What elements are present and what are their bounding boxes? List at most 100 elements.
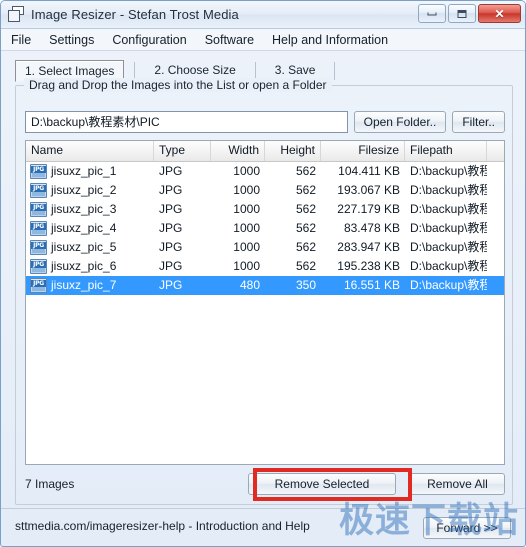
image-list[interactable]: Name Type Width Height Filesize Filepath… <box>25 140 505 465</box>
cell-name: JPG jisuxz_pic_3 <box>26 200 154 219</box>
images-count-label: 7 Images <box>25 477 75 491</box>
table-row[interactable]: JPG jisuxz_pic_2 JPG 1000 562 193.067 KB… <box>26 181 504 200</box>
remove-all-button[interactable]: Remove All <box>410 473 505 495</box>
table-row[interactable]: JPG jisuxz_pic_3 JPG 1000 562 227.179 KB… <box>26 200 504 219</box>
cell-type: JPG <box>159 240 183 254</box>
cell-width: 1000 <box>233 221 260 235</box>
cell-width: 1000 <box>233 183 260 197</box>
cell-width: 1000 <box>233 240 260 254</box>
forward-button[interactable]: Forward >> <box>423 517 511 539</box>
list-footer: 7 Images Remove Selected Remove All <box>25 472 505 496</box>
cell-height: 562 <box>295 183 316 197</box>
title-bar: Image Resizer - Stefan Trost Media ✕ <box>1 1 525 29</box>
cell-filesize: 104.411 KB <box>338 164 400 178</box>
minimize-icon <box>427 12 437 15</box>
window-title: Image Resizer - Stefan Trost Media <box>31 7 239 22</box>
cell-filepath: D:\backup\教程… <box>410 221 487 235</box>
cell-filesize: 283.947 KB <box>337 240 400 254</box>
cell-height: 562 <box>295 221 316 235</box>
cell-filepath: D:\backup\教程… <box>410 259 487 273</box>
list-action-buttons: Remove Selected Remove All <box>248 473 505 495</box>
table-row[interactable]: JPG jisuxz_pic_6 JPG 1000 562 195.238 KB… <box>26 257 504 276</box>
cell-type: JPG <box>159 259 183 273</box>
jpg-file-icon: JPG <box>30 221 47 236</box>
table-row[interactable]: JPG jisuxz_pic_1 JPG 1000 562 104.411 KB… <box>26 162 504 181</box>
remove-selected-button[interactable]: Remove Selected <box>248 473 396 495</box>
close-icon: ✕ <box>494 6 505 21</box>
close-button[interactable]: ✕ <box>478 4 521 23</box>
cell-filepath: D:\backup\教程… <box>410 164 487 178</box>
jpg-file-icon: JPG <box>30 259 47 274</box>
file-name-text: jisuxz_pic_7 <box>51 278 117 292</box>
cell-filesize: 83.478 KB <box>343 221 400 235</box>
jpg-file-icon: JPG <box>30 164 47 179</box>
file-name-text: jisuxz_pic_6 <box>51 259 117 273</box>
cell-type: JPG <box>159 202 183 216</box>
cell-name: JPG jisuxz_pic_4 <box>26 219 154 238</box>
cell-filesize: 16.551 KB <box>343 278 400 292</box>
cell-width: 480 <box>239 278 260 292</box>
menu-item-help-and-information[interactable]: Help and Information <box>272 31 397 49</box>
cell-name: JPG jisuxz_pic_1 <box>26 162 154 181</box>
cell-filepath: D:\backup\教程… <box>410 183 487 197</box>
menu-item-software[interactable]: Software <box>205 31 263 49</box>
folder-path-input[interactable]: D:\backup\教程素材\PIC <box>25 111 348 133</box>
table-row-selected[interactable]: JPG jisuxz_pic_7 JPG 480 350 16.551 KB D… <box>26 276 504 295</box>
cell-type: JPG <box>159 164 183 178</box>
file-name-text: jisuxz_pic_3 <box>51 202 117 216</box>
groupbox-title: Drag and Drop the Images into the List o… <box>24 78 332 92</box>
maximize-button[interactable] <box>448 4 476 23</box>
cell-height: 562 <box>295 202 316 216</box>
status-bar: sttmedia.com/imageresizer-help - Introdu… <box>1 508 525 546</box>
column-header-extra[interactable] <box>487 141 503 161</box>
table-row[interactable]: JPG jisuxz_pic_4 JPG 1000 562 83.478 KB … <box>26 219 504 238</box>
folder-path-row: D:\backup\教程素材\PIC Open Folder.. Filter.… <box>25 111 505 133</box>
select-images-groupbox: Drag and Drop the Images into the List o… <box>15 78 513 505</box>
cell-filepath: D:\backup\教程… <box>410 202 487 216</box>
cell-height: 562 <box>295 164 316 178</box>
cell-width: 1000 <box>233 202 260 216</box>
cell-name: JPG jisuxz_pic_7 <box>26 276 154 295</box>
jpg-file-icon: JPG <box>30 278 47 293</box>
cell-height: 562 <box>295 240 316 254</box>
column-header-filepath[interactable]: Filepath <box>405 141 487 161</box>
cell-height: 350 <box>295 278 316 292</box>
cell-filepath: D:\backup\教程… <box>410 240 487 254</box>
cell-type: JPG <box>159 278 183 292</box>
filter-button[interactable]: Filter.. <box>452 111 505 133</box>
jpg-file-icon: JPG <box>30 240 47 255</box>
image-resizer-window: Image Resizer - Stefan Trost Media ✕ Fil… <box>0 0 526 547</box>
tab-divider-3 <box>334 62 336 80</box>
cell-filepath: D:\backup\教程… <box>410 278 487 292</box>
cell-height: 562 <box>295 259 316 273</box>
status-help-link[interactable]: sttmedia.com/imageresizer-help - Introdu… <box>15 519 310 533</box>
column-header-width[interactable]: Width <box>211 141 265 161</box>
cell-type: JPG <box>159 221 183 235</box>
jpg-file-icon: JPG <box>30 183 47 198</box>
menu-item-configuration[interactable]: Configuration <box>112 31 195 49</box>
cell-name: JPG jisuxz_pic_2 <box>26 181 154 200</box>
cell-name: JPG jisuxz_pic_5 <box>26 238 154 257</box>
menu-item-settings[interactable]: Settings <box>49 31 103 49</box>
window-controls: ✕ <box>418 4 521 23</box>
minimize-button[interactable] <box>418 4 446 23</box>
menu-item-file[interactable]: File <box>11 31 40 49</box>
column-header-filesize[interactable]: Filesize <box>321 141 405 161</box>
jpg-file-icon: JPG <box>30 202 47 217</box>
open-folder-button[interactable]: Open Folder.. <box>353 111 447 133</box>
file-name-text: jisuxz_pic_5 <box>51 240 117 254</box>
file-name-text: jisuxz_pic_1 <box>51 164 117 178</box>
cell-name: JPG jisuxz_pic_6 <box>26 257 154 276</box>
table-row[interactable]: JPG jisuxz_pic_5 JPG 1000 562 283.947 KB… <box>26 238 504 257</box>
cell-width: 1000 <box>233 164 260 178</box>
column-header-type[interactable]: Type <box>154 141 211 161</box>
cell-type: JPG <box>159 183 183 197</box>
column-header-name[interactable]: Name <box>26 141 154 161</box>
cell-filesize: 227.179 KB <box>337 202 400 216</box>
window-cascade-icon <box>8 6 25 23</box>
maximize-icon <box>457 9 467 18</box>
column-header-height[interactable]: Height <box>265 141 321 161</box>
cell-filesize: 195.238 KB <box>337 259 400 273</box>
cell-width: 1000 <box>233 259 260 273</box>
cell-filesize: 193.067 KB <box>337 183 400 197</box>
